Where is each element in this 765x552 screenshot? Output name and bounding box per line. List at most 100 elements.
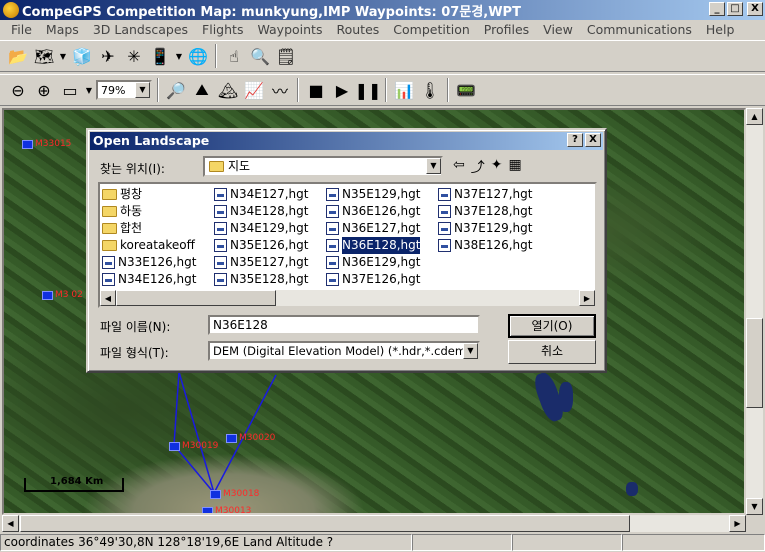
- file-item[interactable]: N33E126,hgt: [102, 254, 198, 271]
- new-folder-icon[interactable]: ✦: [491, 157, 503, 177]
- zoom-fit-icon[interactable]: 🔎: [164, 78, 188, 102]
- flight-track-icon[interactable]: ✈: [96, 44, 120, 68]
- dialog-close-button[interactable]: X: [585, 133, 601, 147]
- file-item[interactable]: N36E129,hgt: [326, 254, 422, 271]
- file-item[interactable]: N36E126,hgt: [326, 203, 422, 220]
- scroll-down-arrow-icon[interactable]: ▼: [746, 498, 763, 515]
- zoom-out-icon[interactable]: ⊖: [6, 78, 30, 102]
- landscape-3d-icon[interactable]: 🧊: [70, 44, 94, 68]
- file-item[interactable]: N37E129,hgt: [438, 220, 534, 237]
- hgt-file-icon: [326, 205, 339, 218]
- waypoint-marker[interactable]: [210, 490, 221, 499]
- zoom-in-icon[interactable]: ⊕: [32, 78, 56, 102]
- open-folder-icon[interactable]: 📂: [6, 44, 30, 68]
- chevron-down-icon[interactable]: ▼: [463, 343, 478, 359]
- map-vertical-scrollbar[interactable]: ▲ ▼: [746, 108, 763, 515]
- menu-view[interactable]: View: [536, 21, 580, 39]
- file-item[interactable]: N36E128,hgt: [326, 236, 422, 255]
- file-item[interactable]: N36E127,hgt: [326, 220, 422, 237]
- zoom-window-icon[interactable]: ▭: [58, 78, 82, 102]
- waypoint-marker[interactable]: [226, 434, 237, 443]
- file-item[interactable]: N37E126,hgt: [326, 271, 422, 288]
- chevron-down-icon[interactable]: ▼: [58, 44, 68, 68]
- pause-icon[interactable]: ❚❚: [355, 78, 382, 102]
- zoom-level-combo[interactable]: 79% ▼: [96, 80, 152, 100]
- scroll-right-arrow-icon[interactable]: ▶: [579, 290, 595, 306]
- scroll-right-arrow-icon[interactable]: ▶: [729, 515, 746, 532]
- scrollbar-thumb[interactable]: [116, 290, 276, 306]
- close-button[interactable]: X: [747, 2, 763, 16]
- track-icon[interactable]: 〰: [268, 78, 292, 102]
- thermometer-icon[interactable]: 🌡: [418, 78, 442, 102]
- note-icon[interactable]: 🗒: [274, 44, 298, 68]
- scroll-up-arrow-icon[interactable]: ▲: [746, 108, 763, 125]
- open-button[interactable]: 열기(O): [508, 314, 596, 338]
- file-item[interactable]: N35E128,hgt: [214, 271, 310, 288]
- up-folder-icon[interactable]: ⤴: [471, 157, 485, 177]
- gps-icon[interactable]: 📟: [454, 78, 478, 102]
- stop-icon[interactable]: ■: [304, 78, 328, 102]
- menu-file[interactable]: File: [4, 21, 39, 39]
- scroll-left-arrow-icon[interactable]: ◀: [2, 515, 19, 532]
- file-list[interactable]: 평창 하동 합천 koreatakeoff N33E126,hgt N34E126,hgt…: [98, 182, 597, 308]
- filetype-combo[interactable]: DEM (Digital Elevation Model) (*.hdr,*.c…: [208, 341, 480, 361]
- device-icon[interactable]: 📱: [148, 44, 172, 68]
- back-arrow-icon[interactable]: ⇦: [453, 157, 465, 177]
- dialog-help-button[interactable]: ?: [567, 133, 583, 147]
- menu-maps[interactable]: Maps: [39, 21, 86, 39]
- file-item[interactable]: N38E126,hgt: [438, 237, 534, 254]
- folder-item[interactable]: 합천: [102, 220, 198, 237]
- scroll-left-arrow-icon[interactable]: ◀: [100, 290, 116, 306]
- menu-flights[interactable]: Flights: [195, 21, 250, 39]
- folder-item[interactable]: 하동: [102, 203, 198, 220]
- view-menu-icon[interactable]: ▦: [508, 157, 521, 177]
- menu-3d-landscapes[interactable]: 3D Landscapes: [86, 21, 195, 39]
- folder-item[interactable]: koreatakeoff: [102, 237, 198, 254]
- file-item[interactable]: N35E129,hgt: [326, 186, 422, 203]
- file-item[interactable]: N35E127,hgt: [214, 254, 310, 271]
- analysis-icon[interactable]: 📊: [392, 78, 416, 102]
- measure-icon[interactable]: 🔍: [248, 44, 272, 68]
- file-item[interactable]: N34E129,hgt: [214, 220, 310, 237]
- look-in-combo[interactable]: 지도 ▼: [203, 156, 443, 177]
- menu-help[interactable]: Help: [699, 21, 742, 39]
- waypoint-marker[interactable]: [22, 140, 33, 149]
- file-item[interactable]: N34E128,hgt: [214, 203, 310, 220]
- globe-icon[interactable]: 🌐: [186, 44, 210, 68]
- waypoint-marker[interactable]: [42, 291, 53, 300]
- file-item[interactable]: N37E128,hgt: [438, 203, 534, 220]
- chevron-down-icon[interactable]: ▼: [84, 78, 94, 102]
- minimize-button[interactable]: _: [709, 2, 725, 16]
- filename-input[interactable]: N36E128: [208, 315, 480, 335]
- scrollbar-thumb[interactable]: [20, 515, 630, 532]
- file-list-horizontal-scrollbar[interactable]: ◀ ▶: [100, 290, 595, 306]
- maximize-button[interactable]: □: [727, 2, 743, 16]
- folder-item[interactable]: 평창: [102, 186, 198, 203]
- map-horizontal-scrollbar[interactable]: ◀ ▶: [2, 515, 746, 532]
- chevron-down-icon[interactable]: ▼: [174, 44, 184, 68]
- profile-graph-icon[interactable]: 📈: [242, 78, 266, 102]
- chevron-down-icon[interactable]: ▼: [426, 158, 441, 174]
- file-item[interactable]: N37E127,hgt: [438, 186, 534, 203]
- file-item[interactable]: N34E127,hgt: [214, 186, 310, 203]
- map-pin-icon[interactable]: 🗺: [32, 44, 56, 68]
- waypoint-marker[interactable]: [202, 507, 213, 513]
- waypoint-marker[interactable]: [169, 442, 180, 451]
- menu-routes[interactable]: Routes: [329, 21, 386, 39]
- waypoint-icon[interactable]: ✳: [122, 44, 146, 68]
- menu-waypoints[interactable]: Waypoints: [250, 21, 329, 39]
- menu-profiles[interactable]: Profiles: [477, 21, 536, 39]
- look-in-label: 찾는 위치(I):: [100, 162, 165, 176]
- play-icon[interactable]: ▶: [330, 78, 354, 102]
- file-item[interactable]: N35E126,hgt: [214, 237, 310, 254]
- file-item[interactable]: N34E126,hgt: [102, 271, 198, 288]
- menu-competition[interactable]: Competition: [386, 21, 477, 39]
- terrain-icon[interactable]: 🏔: [216, 78, 240, 102]
- relief-icon[interactable]: ⛰: [190, 78, 214, 102]
- chevron-down-icon[interactable]: ▼: [135, 82, 150, 98]
- hand-pointer-icon[interactable]: ☝: [222, 44, 246, 68]
- scrollbar-thumb[interactable]: [746, 318, 763, 408]
- menu-communications[interactable]: Communications: [580, 21, 699, 39]
- file-list-column: N37E127,hgt N37E128,hgt N37E129,hgt N38E126…: [438, 186, 534, 254]
- cancel-button[interactable]: 취소: [508, 340, 596, 364]
